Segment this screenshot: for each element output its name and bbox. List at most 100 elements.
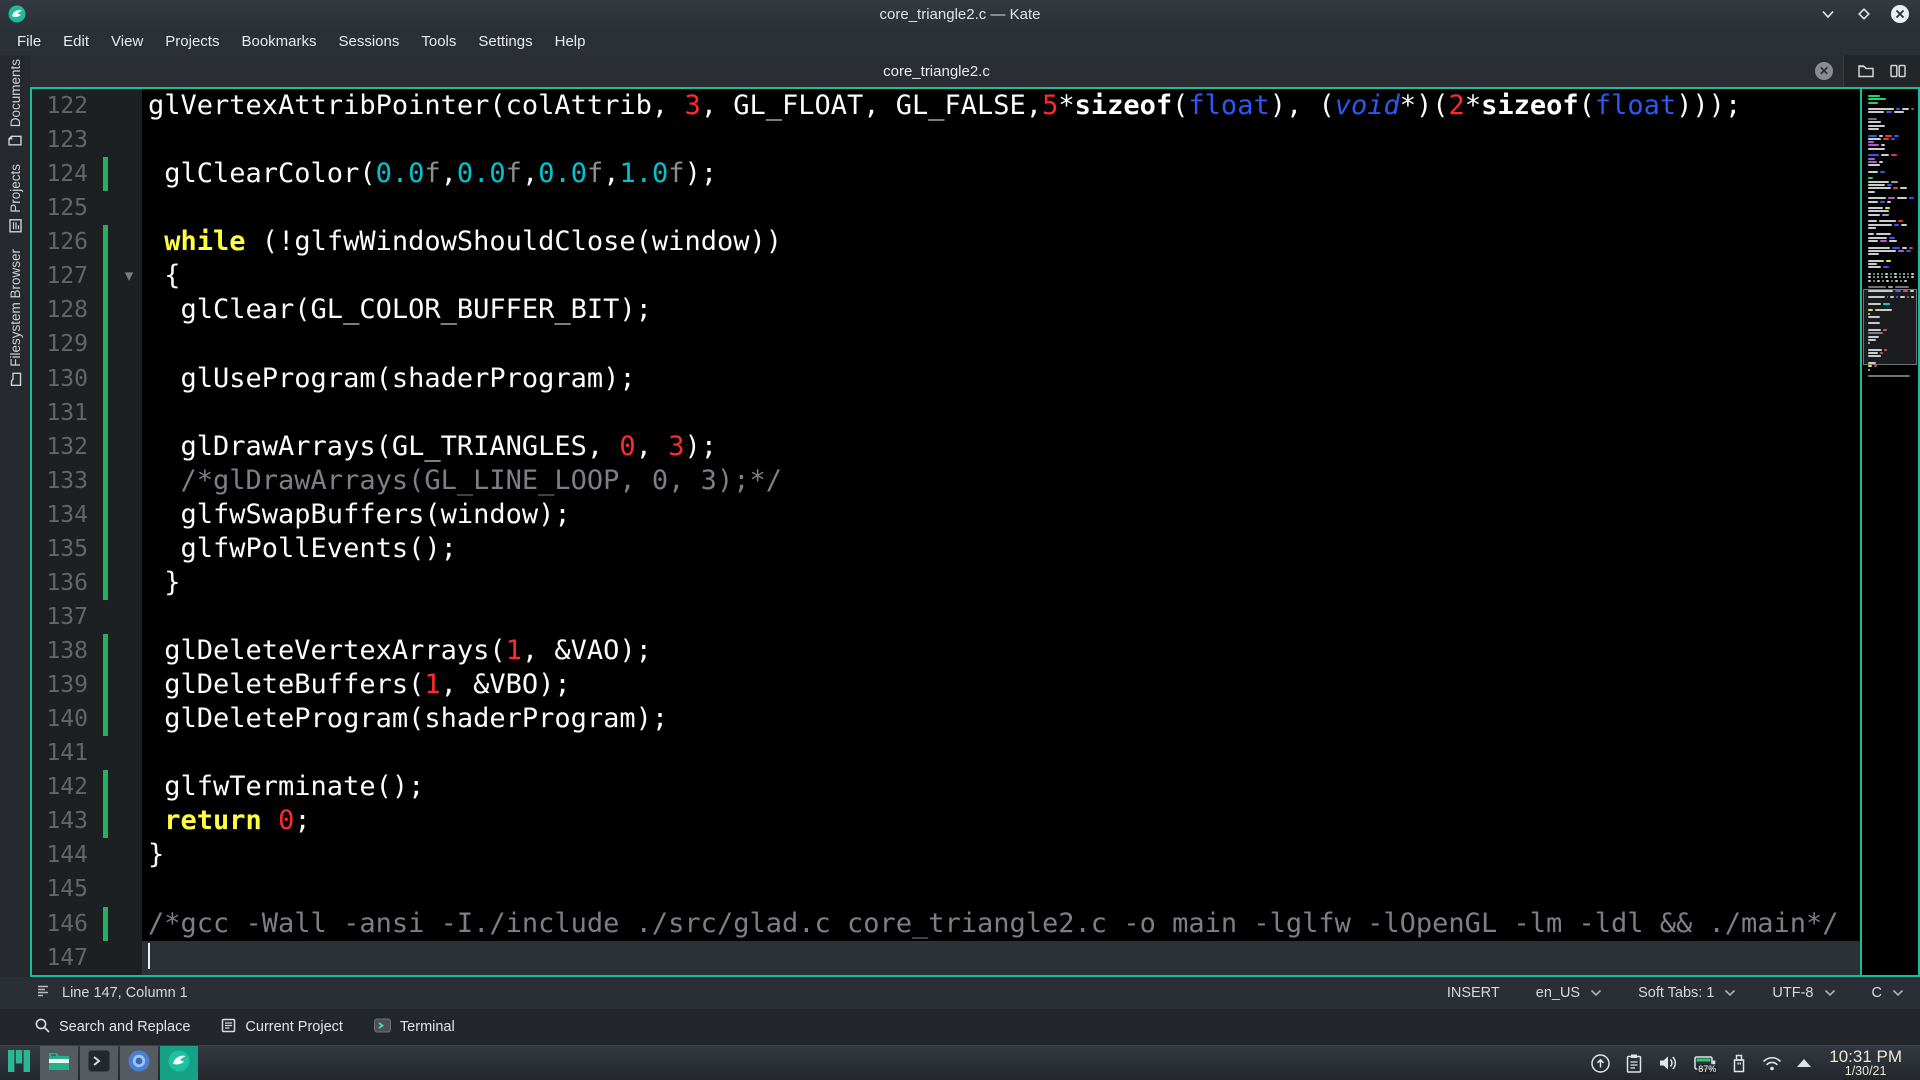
code-text[interactable] xyxy=(142,736,1860,770)
code-text[interactable] xyxy=(142,600,1860,634)
usb-icon[interactable] xyxy=(1731,1053,1747,1074)
editor-view[interactable]: 122glVertexAttribPointer(colAttrib, 3, G… xyxy=(30,87,1920,977)
toolbar-search-and-replace[interactable]: Search and Replace xyxy=(34,1017,190,1038)
code-text[interactable]: return 0; xyxy=(142,804,1860,838)
clipboard-icon[interactable] xyxy=(1625,1053,1643,1074)
code-line[interactable]: 143 return 0; xyxy=(32,804,1860,838)
tab-close-icon[interactable]: ✕ xyxy=(1815,62,1833,80)
code-text[interactable]: glfwSwapBuffers(window); xyxy=(142,498,1860,532)
minimap-viewport[interactable] xyxy=(1863,289,1917,365)
wifi-icon[interactable] xyxy=(1761,1054,1783,1072)
code-text[interactable]: glfwTerminate(); xyxy=(142,770,1860,804)
code-line[interactable]: 145 xyxy=(32,872,1860,906)
code-line[interactable]: 140 glDeleteProgram(shaderProgram); xyxy=(32,702,1860,736)
status-c[interactable]: C xyxy=(1872,985,1904,1001)
sidebar-item-documents[interactable]: Documents xyxy=(8,59,23,148)
code-line[interactable]: 123 xyxy=(32,123,1860,157)
code-text[interactable] xyxy=(142,941,1860,975)
code-line[interactable]: 134 glfwSwapBuffers(window); xyxy=(32,498,1860,532)
code-line[interactable]: 135 glfwPollEvents(); xyxy=(32,532,1860,566)
code-line[interactable]: 124 glClearColor(0.0f,0.0f,0.0f,1.0f); xyxy=(32,157,1860,191)
menu-item-file[interactable]: File xyxy=(6,28,52,55)
code-line[interactable]: 137 xyxy=(32,600,1860,634)
battery-icon[interactable]: 87% xyxy=(1693,1053,1717,1073)
line-number: 147 xyxy=(32,941,96,975)
split-view-icon[interactable] xyxy=(1886,59,1910,83)
status-soft-tabs-1[interactable]: Soft Tabs: 1 xyxy=(1638,985,1736,1001)
minimap-scrollbar[interactable] xyxy=(1860,89,1918,975)
updates-icon[interactable] xyxy=(1590,1053,1611,1074)
code-text[interactable]: glUseProgram(shaderProgram); xyxy=(142,362,1860,396)
taskbar-app-kate[interactable] xyxy=(160,1046,198,1080)
code-line[interactable]: 130 glUseProgram(shaderProgram); xyxy=(32,362,1860,396)
menu-item-help[interactable]: Help xyxy=(544,28,597,55)
code-text[interactable]: /*gcc -Wall -ansi -I./include ./src/glad… xyxy=(142,907,1860,941)
code-text[interactable] xyxy=(142,396,1860,430)
code-area[interactable]: 122glVertexAttribPointer(colAttrib, 3, G… xyxy=(32,89,1860,975)
code-text[interactable]: glDeleteProgram(shaderProgram); xyxy=(142,702,1860,736)
code-text[interactable]: glDeleteVertexArrays(1, &VAO); xyxy=(142,634,1860,668)
code-line[interactable]: 139 glDeleteBuffers(1, &VBO); xyxy=(32,668,1860,702)
taskbar-app-chromium[interactable] xyxy=(120,1046,158,1080)
code-line[interactable]: 133 /*glDrawArrays(GL_LINE_LOOP, 0, 3);*… xyxy=(32,464,1860,498)
code-text[interactable]: glVertexAttribPointer(colAttrib, 3, GL_F… xyxy=(142,89,1860,123)
menu-item-sessions[interactable]: Sessions xyxy=(328,28,411,55)
fold-marker[interactable]: ▾ xyxy=(116,259,142,293)
code-line[interactable]: 125 xyxy=(32,191,1860,225)
sidebar-item-filesystem-browser[interactable]: Filesystem Browser xyxy=(8,249,23,386)
status-insert[interactable]: INSERT xyxy=(1447,985,1500,1001)
code-text[interactable]: } xyxy=(142,566,1860,600)
maximize-icon[interactable] xyxy=(1854,4,1874,24)
taskbar-app-file-manager[interactable] xyxy=(40,1046,78,1080)
code-text[interactable]: glDeleteBuffers(1, &VBO); xyxy=(142,668,1860,702)
code-line[interactable]: 131 xyxy=(32,396,1860,430)
minimize-icon[interactable] xyxy=(1818,4,1838,24)
menu-item-bookmarks[interactable]: Bookmarks xyxy=(230,28,327,55)
code-line[interactable]: 146/*gcc -Wall -ansi -I./include ./src/g… xyxy=(32,907,1860,941)
clock[interactable]: 10:31 PM 1/30/21 xyxy=(1825,1048,1912,1079)
code-line[interactable]: 127▾ { xyxy=(32,259,1860,293)
status-en_us[interactable]: en_US xyxy=(1536,985,1602,1001)
expand-tray-icon[interactable] xyxy=(1797,1059,1811,1067)
code-text[interactable]: glClear(GL_COLOR_BUFFER_BIT); xyxy=(142,293,1860,327)
code-line[interactable]: 142 glfwTerminate(); xyxy=(32,770,1860,804)
code-line[interactable]: 129 xyxy=(32,327,1860,361)
code-line[interactable]: 141 xyxy=(32,736,1860,770)
code-text[interactable]: while (!glfwWindowShouldClose(window)) xyxy=(142,225,1860,259)
menu-item-edit[interactable]: Edit xyxy=(52,28,100,55)
open-document-icon[interactable] xyxy=(1854,59,1878,83)
code-line[interactable]: 147 xyxy=(32,941,1860,975)
code-text[interactable]: glDrawArrays(GL_TRIANGLES, 0, 3); xyxy=(142,430,1860,464)
sidebar-item-projects[interactable]: Projects xyxy=(8,164,23,233)
code-line[interactable]: 126 while (!glfwWindowShouldClose(window… xyxy=(32,225,1860,259)
code-line[interactable]: 128 glClear(GL_COLOR_BUFFER_BIT); xyxy=(32,293,1860,327)
code-text[interactable] xyxy=(142,327,1860,361)
code-line[interactable]: 136 } xyxy=(32,566,1860,600)
code-text[interactable] xyxy=(142,123,1860,157)
code-text[interactable] xyxy=(142,191,1860,225)
code-line[interactable]: 122glVertexAttribPointer(colAttrib, 3, G… xyxy=(32,89,1860,123)
status-utf-8[interactable]: UTF-8 xyxy=(1772,985,1835,1001)
code-line[interactable]: 132 glDrawArrays(GL_TRIANGLES, 0, 3); xyxy=(32,430,1860,464)
code-line[interactable]: 138 glDeleteVertexArrays(1, &VAO); xyxy=(32,634,1860,668)
title-bar: core_triangle2.c — Kate xyxy=(0,0,1920,28)
code-text[interactable] xyxy=(142,872,1860,906)
code-text[interactable]: glClearColor(0.0f,0.0f,0.0f,1.0f); xyxy=(142,157,1860,191)
toolbar-current-project[interactable]: Current Project xyxy=(220,1017,343,1038)
taskbar-app-terminal[interactable] xyxy=(80,1046,118,1080)
code-text[interactable]: glfwPollEvents(); xyxy=(142,532,1860,566)
code-text[interactable]: } xyxy=(142,838,1860,872)
code-line[interactable]: 144} xyxy=(32,838,1860,872)
menu-item-tools[interactable]: Tools xyxy=(410,28,467,55)
tab-core-triangle2[interactable]: core_triangle2.c ✕ xyxy=(30,55,1843,87)
cursor-position[interactable]: Line 147, Column 1 xyxy=(62,985,188,1001)
toolbar-terminal[interactable]: Terminal xyxy=(373,1017,455,1038)
menu-item-settings[interactable]: Settings xyxy=(467,28,543,55)
taskbar-app-manjaro-menu[interactable] xyxy=(0,1046,38,1080)
menu-item-projects[interactable]: Projects xyxy=(154,28,230,55)
code-text[interactable]: /*glDrawArrays(GL_LINE_LOOP, 0, 3);*/ xyxy=(142,464,1860,498)
code-text[interactable]: { xyxy=(142,259,1860,293)
menu-item-view[interactable]: View xyxy=(100,28,154,55)
volume-icon[interactable] xyxy=(1657,1053,1679,1073)
close-icon[interactable] xyxy=(1890,4,1910,24)
